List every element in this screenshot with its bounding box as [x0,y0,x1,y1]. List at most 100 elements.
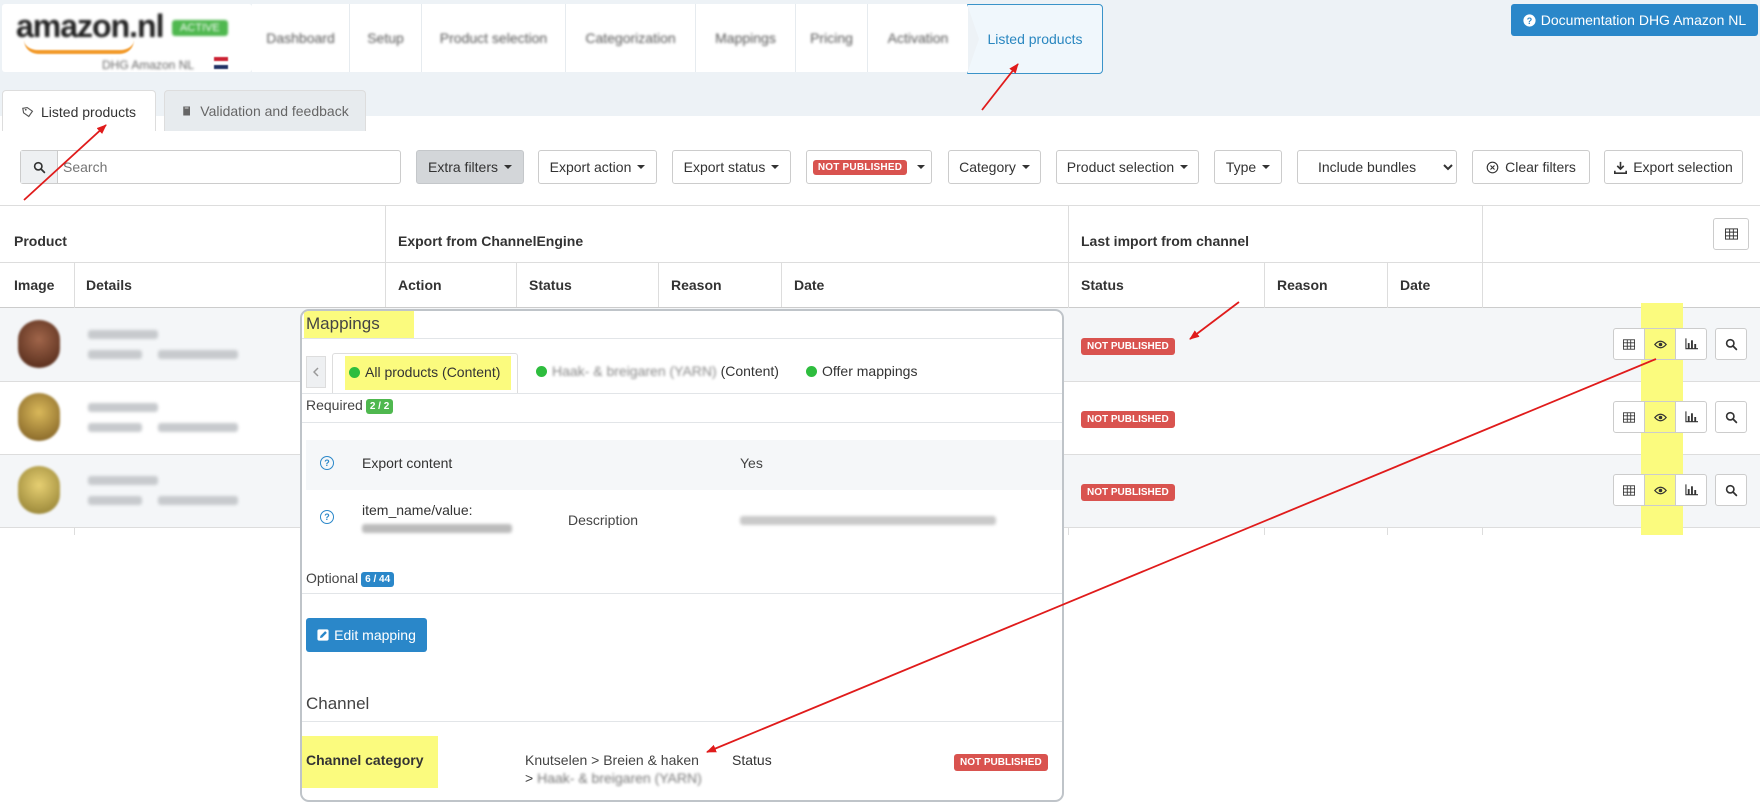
blurred-text [158,496,238,505]
mapping-source: Description [568,512,639,528]
blurred-text [158,423,238,432]
table-top-border [0,205,1760,206]
wizard-step-listed-products[interactable]: Listed products [967,4,1103,74]
column-header-date: Date [794,277,825,293]
required-count-badge: 2 / 2 [365,399,394,414]
group-header-last-import: Last import from channel [1081,233,1250,249]
tab-listed-products[interactable]: Listed products [2,90,156,132]
grid-view-button[interactable] [1613,328,1645,360]
column-divider [516,262,517,307]
product-thumbnail [18,320,60,368]
group-header-export: Export from ChannelEngine [398,233,584,249]
divider [302,593,1062,594]
wizard-step-setup[interactable]: Setup [350,4,422,72]
edit-mapping-button[interactable]: Edit mapping [306,618,427,652]
column-toggle-button[interactable] [1713,218,1749,250]
svg-text:?: ? [1527,15,1532,25]
caret-down-icon [504,165,512,169]
grid-view-button[interactable] [1613,474,1645,506]
mapping-tab-all-products[interactable]: All products (Content) [332,353,518,393]
clear-circle-icon [1486,161,1499,173]
channel-category-path: > Haak- & breigaren (YARN) [525,770,702,786]
group-divider [385,205,386,307]
inspect-button[interactable] [1715,401,1747,433]
mapping-tab-offer[interactable]: Offer mappings [806,363,917,379]
column-header-import-status: Status [1081,277,1124,293]
blurred-category-name: Haak- & breigaren (YARN) [552,363,717,379]
bundles-select[interactable]: Include bundles [1297,150,1457,184]
group-divider [1068,205,1069,307]
statistics-button[interactable] [1675,328,1707,360]
view-mappings-button[interactable] [1644,401,1676,433]
inspect-button[interactable] [1715,474,1747,506]
table-icon [1724,228,1738,240]
column-divider [658,262,659,307]
extra-filters-button[interactable]: Extra filters [416,150,524,184]
row-action-group [1613,328,1747,360]
statistics-button[interactable] [1675,474,1707,506]
wizard-step-categorization[interactable]: Categorization [566,4,696,72]
row-actions [1613,474,1747,506]
column-header-image: Image [14,277,55,293]
tabs-scroll-left-button[interactable] [306,356,326,388]
wizard-step-activation[interactable]: Activation [868,4,968,72]
mapping-field: Export content [362,455,453,471]
inspect-button[interactable] [1715,328,1747,360]
export-selection-button[interactable]: Export selection [1604,150,1743,184]
grid-view-button[interactable] [1613,401,1645,433]
statistics-button[interactable] [1675,401,1707,433]
view-mappings-button[interactable] [1644,474,1676,506]
column-header-status: Status [529,277,572,293]
help-icon[interactable]: ? [320,510,334,524]
eye-icon [1653,486,1667,494]
mapping-row: ? item_name/value: Description [306,490,1062,552]
type-dropdown[interactable]: Type [1214,150,1282,184]
caret-down-icon [1262,165,1271,169]
wizard-step-mappings[interactable]: Mappings [696,4,796,72]
bar-chart-icon [1684,411,1698,423]
search-icon[interactable] [21,151,58,183]
import-status-dropdown[interactable]: NOT PUBLISHED [806,150,932,184]
blurred-text [740,516,996,525]
category-dropdown[interactable]: Category [948,150,1041,184]
wizard-step-product-selection[interactable]: Product selection [422,4,566,72]
caret-down-icon [771,165,780,169]
product-selection-dropdown[interactable]: Product selection [1056,150,1199,184]
optional-count-badge: 6 / 44 [361,572,395,587]
blurred-text [88,403,158,412]
import-status-badge: NOT PUBLISHED [1081,338,1175,355]
column-header-import-reason: Reason [1277,277,1328,293]
netherlands-flag-icon [214,57,228,69]
row-action-group [1613,401,1747,433]
tab-validation-feedback[interactable]: Validation and feedback [164,90,366,131]
export-action-dropdown[interactable]: Export action [538,150,657,184]
table-icon [1623,338,1635,350]
export-status-dropdown[interactable]: Export status [672,150,791,184]
status-dot-icon [349,367,360,378]
blurred-text [88,496,142,505]
tag-icon [22,106,34,117]
column-header-action: Action [398,277,442,293]
mapping-value: Yes [740,455,763,471]
channel-category-label: Channel category [306,752,424,768]
row-actions [1613,328,1747,360]
view-mappings-button[interactable] [1644,328,1676,360]
channel-status-badge: ACTIVE [172,20,228,36]
search-input[interactable] [61,154,391,180]
channel-name: DHG Amazon NL [102,58,195,72]
wizard-step-dashboard[interactable]: Dashboard [252,4,350,72]
mapping-tab-category[interactable]: Haak- & breigaren (YARN) (Content) [536,363,779,379]
mapping-field: item_name/value: [362,502,473,518]
column-header-import-date: Date [1400,277,1431,293]
clear-filters-button[interactable]: Clear filters [1472,150,1590,184]
documentation-button[interactable]: ? Documentation DHG Amazon NL [1511,4,1758,36]
help-icon[interactable]: ? [320,456,334,470]
search-icon [1725,338,1737,350]
channel-status-label: Status [732,752,772,768]
header-divider [0,262,1760,263]
download-icon [1614,161,1628,174]
blurred-text: Haak- & breigaren (YARN) [537,770,702,786]
search-box [20,150,401,184]
wizard-step-pricing[interactable]: Pricing [796,4,868,72]
optional-label: Optional 6 / 44 [306,570,395,587]
